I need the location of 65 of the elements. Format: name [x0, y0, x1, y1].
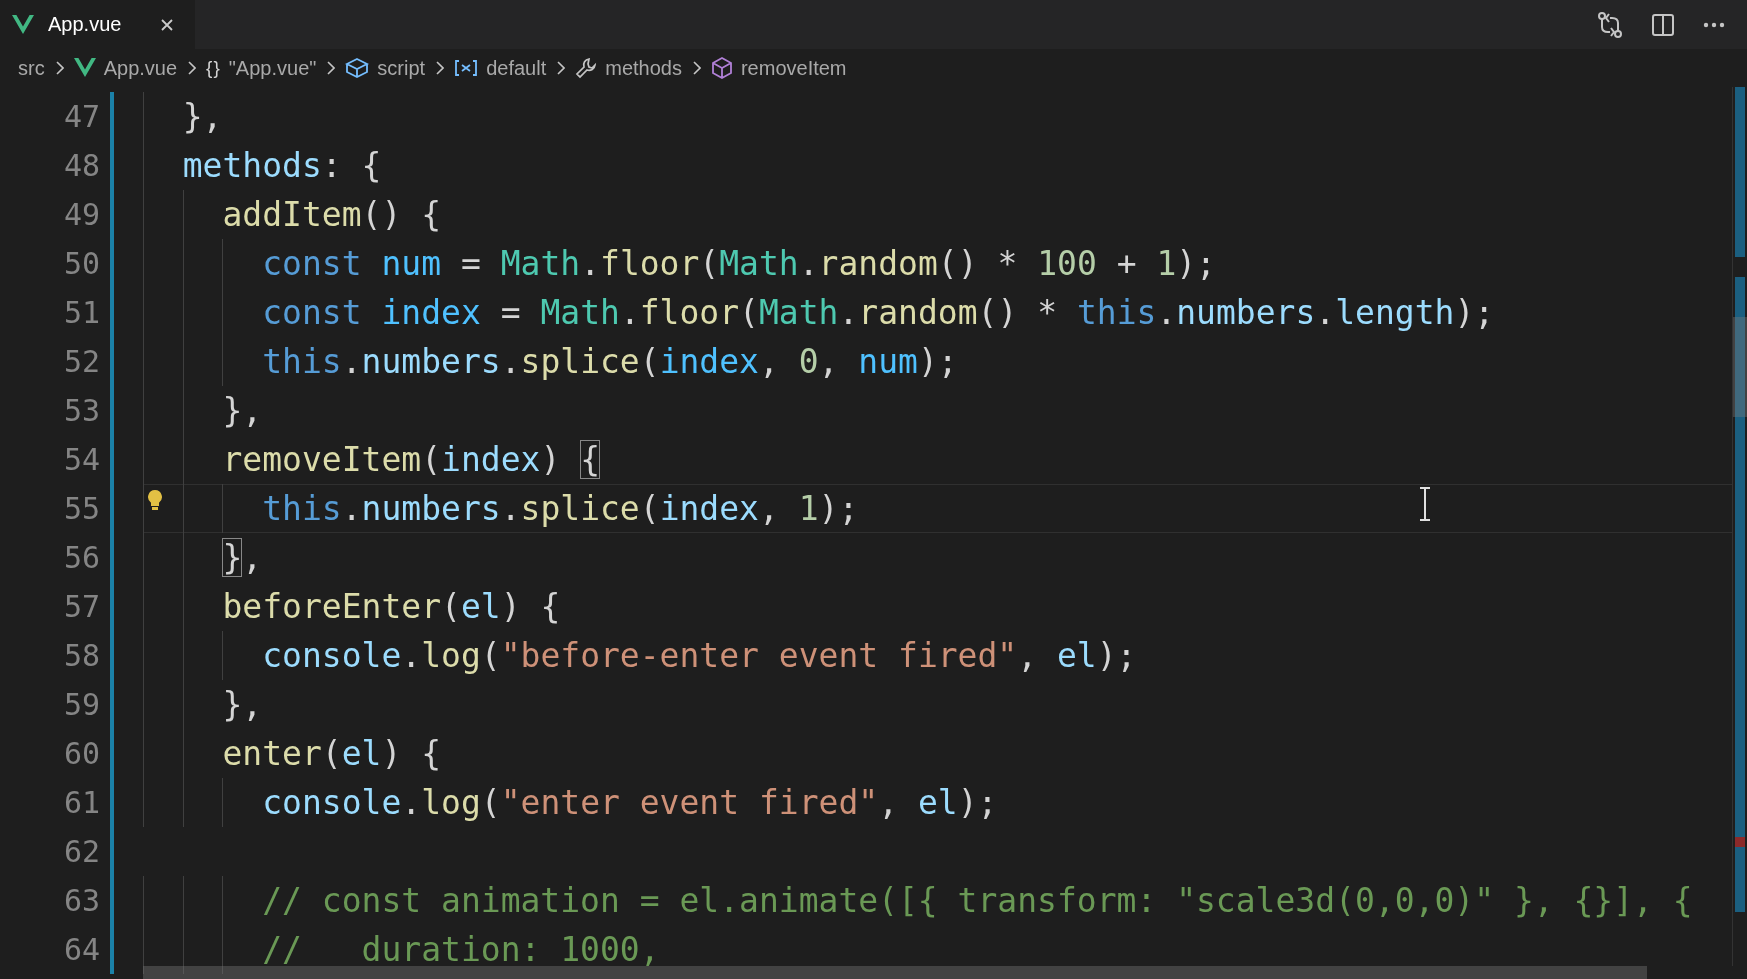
breadcrumb-item[interactable]: App.vue [103, 56, 178, 80]
horizontal-scrollbar[interactable] [143, 966, 1647, 979]
line-number: 61 [62, 784, 100, 822]
code-line: }, [182, 97, 223, 136]
line-number: 59 [62, 686, 100, 724]
tab-label: App.vue [48, 13, 122, 36]
line-number: 58 [62, 637, 100, 675]
line-number: 50 [62, 245, 100, 283]
breadcrumb-item[interactable]: default [486, 56, 547, 80]
chevron-icon [187, 61, 197, 75]
line-number: 52 [62, 343, 100, 381]
code-line: }, [222, 391, 263, 430]
cube-icon [345, 57, 370, 79]
code-line: // duration: 1000, [262, 930, 660, 969]
code-line: }, [222, 685, 263, 724]
breadcrumb-item[interactable]: "App.vue" [228, 56, 317, 80]
vertical-scrollbar[interactable] [1732, 87, 1747, 966]
code-line: const index = Math.floor(Math.random() * this.numbers.length); [262, 293, 1495, 332]
chevron-icon [54, 61, 64, 75]
chevron-icon [435, 61, 445, 75]
editor-tab[interactable]: App.vue [0, 0, 196, 49]
line-number: 55 [62, 490, 100, 528]
line-number: 56 [62, 539, 100, 577]
lightbulb-icon[interactable] [147, 489, 163, 511]
line-number: 54 [62, 441, 100, 479]
chevron-icon [691, 61, 701, 75]
breadcrumb-item[interactable]: methods [605, 56, 682, 80]
more-icon[interactable] [1703, 21, 1725, 28]
variable-icon [454, 59, 479, 77]
code-line: addItem() { [222, 195, 442, 234]
line-number: 49 [62, 196, 100, 234]
line-number: 48 [62, 147, 100, 185]
braces-icon: {} [206, 57, 221, 79]
split-editor-icon[interactable] [1651, 12, 1675, 37]
close-icon[interactable] [159, 16, 176, 33]
wrench-icon [575, 57, 598, 79]
line-number: 64 [62, 931, 100, 969]
line-number: 53 [62, 392, 100, 430]
code-line: // const animation = el.animate([{ transform: "scale3d(0,0,0)" }, {}], { [262, 881, 1693, 920]
line-number: 60 [62, 735, 100, 773]
line-number: 51 [62, 294, 100, 332]
code-line: this.numbers.splice(index, 0, num); [262, 342, 958, 381]
line-number: 62 [62, 833, 100, 871]
code-line: console.log("enter event fired", el); [262, 783, 998, 822]
code-line: enter(el) { [222, 734, 442, 773]
compare-changes-icon[interactable] [1597, 10, 1623, 39]
vue-logo-icon [73, 58, 96, 78]
line-number: 57 [62, 588, 100, 626]
code-line: methods: { [182, 146, 382, 185]
code-line: console.log("before-enter event fired", el); [262, 636, 1137, 675]
vue-logo-icon [12, 14, 34, 35]
breadcrumb-item[interactable]: script [377, 56, 426, 80]
cube-icon [710, 56, 733, 80]
chevron-icon [326, 61, 336, 75]
code-line: beforeEnter(el) { [222, 587, 561, 626]
code-line: }, [222, 538, 263, 577]
line-number: 47 [62, 98, 100, 136]
code-line: removeItem(index) { [222, 440, 600, 479]
code-line: this.numbers.splice(index, 1); [262, 489, 859, 528]
text-cursor-icon [1419, 487, 1431, 521]
line-number: 63 [62, 882, 100, 920]
breadcrumb-item[interactable]: src [18, 56, 45, 80]
breadcrumb-item[interactable]: removeItem [740, 56, 847, 80]
code-line: const num = Math.floor(Math.random() * 100 + 1); [262, 244, 1216, 283]
chevron-icon [556, 61, 566, 75]
